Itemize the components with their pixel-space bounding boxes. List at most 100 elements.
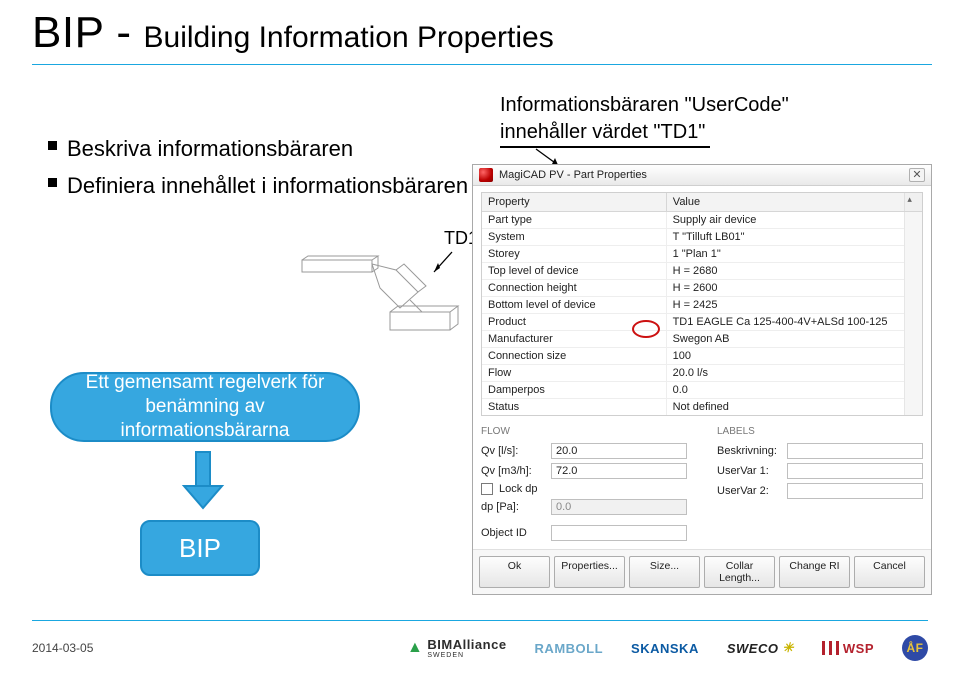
qv-m3h-label: Qv [m3/h]: [481,465,545,477]
bullet-marker [48,178,57,187]
bimalliance-text: BIMAlliance [427,637,506,652]
wsp-bar-icon [822,641,825,655]
size-button[interactable]: Size... [629,556,700,588]
uservar2-label: UserVar 2: [717,485,781,497]
callout-line2: innehåller värdet "TD1" [500,119,789,146]
title-underline [32,64,932,65]
table-row[interactable]: Top level of deviceH = 2680 [482,263,904,280]
cancel-button[interactable]: Cancel [854,556,925,588]
uservar2-input[interactable] [787,483,923,499]
labels-section: LABELS Beskrivning: UserVar 1: UserVar 2… [717,426,923,541]
callout-line1: Informationsbäraren "UserCode" [500,92,789,119]
table-row[interactable]: Flow20.0 l/s [482,365,904,382]
val-cell: 1 "Plan 1" [667,246,905,262]
column-header-property[interactable]: Property [482,193,667,211]
beskrivning-label: Beskrivning: [717,445,781,457]
bimalliance-subtext: SWEDEN [427,652,506,659]
sweco-logo: SWECO ✳ [727,640,794,656]
bubble-line1: Ett gemensamt regelverk för [70,371,340,395]
dp-pa-label: dp [Pa]: [481,501,545,513]
table-row[interactable]: Part typeSupply air device [482,212,904,229]
change-ri-button[interactable]: Change RI [779,556,850,588]
prop-cell: Bottom level of device [482,297,667,313]
lock-dp-checkbox[interactable] [481,483,493,495]
uservar1-label: UserVar 1: [717,465,781,477]
val-cell: 20.0 l/s [667,365,905,381]
title-acronym: BIP - [32,8,132,58]
labels-section-title: LABELS [717,426,923,437]
bullet-marker [48,141,57,150]
bullet-item: Beskriva informationsbäraren [48,130,468,167]
table-row[interactable]: ProductTD1 EAGLE Ca 125-400-4V+ALSd 100-… [482,314,904,331]
table-row[interactable]: Connection heightH = 2600 [482,280,904,297]
callout-text: Informationsbäraren "UserCode" innehålle… [500,92,789,146]
beskrivning-input[interactable] [787,443,923,459]
footer-rule [32,620,928,621]
bullet-item: Definiera innehållet i informationsbärar… [48,167,468,204]
table-row[interactable]: StatusNot defined [482,399,904,415]
footer: 2014-03-05 ▲ BIMAlliance SWEDEN RAMBOLL … [32,635,928,661]
scroll-up-icon[interactable]: ▴ [907,194,912,205]
table-row[interactable]: SystemT "Tilluft LB01" [482,229,904,246]
table-row[interactable]: Storey1 "Plan 1" [482,246,904,263]
title-expansion: Building Information Properties [144,21,554,55]
ramboll-logo: RAMBOLL [535,641,604,656]
app-icon [479,168,493,182]
flow-section-title: FLOW [481,426,687,437]
column-header-value[interactable]: Value [667,193,905,211]
properties-grid: Property Value ▴ Part typeSupply air dev… [481,192,923,416]
bubble-line2: benämning av informationsbärarna [70,395,340,443]
table-row[interactable]: ManufacturerSwegon AB [482,331,904,348]
sweco-text: SWECO [727,641,779,656]
prop-cell: System [482,229,667,245]
uservar1-input[interactable] [787,463,923,479]
val-cell: H = 2600 [667,280,905,296]
lock-dp-label: Lock dp [499,483,538,495]
prop-cell: Status [482,399,667,415]
table-row[interactable]: Connection size100 [482,348,904,365]
bullet-text: Definiera innehållet i informationsbärar… [67,167,468,204]
grid-scroll-track[interactable] [904,212,922,415]
prop-cell: Connection height [482,280,667,296]
bullet-text: Beskriva informationsbäraren [67,130,353,167]
skanska-logo: SKANSKA [631,641,699,656]
td1-arrow [428,250,458,280]
grid-scrollbar[interactable]: ▴ [904,193,922,211]
prop-cell: Product [482,314,667,330]
wsp-bar-icon [829,641,832,655]
wsp-logo: WSP [822,641,874,656]
val-cell: T "Tilluft LB01" [667,229,905,245]
wsp-text: WSP [843,641,874,656]
wsp-bar-icon [836,641,839,655]
object-id-input[interactable] [551,525,687,541]
ok-button[interactable]: Ok [479,556,550,588]
blue-callout-bubble: Ett gemensamt regelverk för benämning av… [50,372,360,442]
table-row[interactable]: Damperpos0.0 [482,382,904,399]
prop-cell: Connection size [482,348,667,364]
prop-cell: Top level of device [482,263,667,279]
table-row[interactable]: Bottom level of deviceH = 2425 [482,297,904,314]
qv-ls-input[interactable]: 20.0 [551,443,687,459]
arrow-down-icon [180,450,226,510]
dialog-title-text: MagiCAD PV - Part Properties [499,169,647,181]
qv-ls-label: Qv [l/s]: [481,445,545,457]
collar-length-button[interactable]: Collar Length... [704,556,775,588]
flow-section: FLOW Qv [l/s]: 20.0 Qv [m3/h]: 72.0 Lock… [481,426,687,541]
dp-pa-input[interactable]: 0.0 [551,499,687,515]
properties-button[interactable]: Properties... [554,556,625,588]
footer-logos: ▲ BIMAlliance SWEDEN RAMBOLL SKANSKA SWE… [407,635,928,661]
object-id-label: Object ID [481,527,545,539]
val-cell: Supply air device [667,212,905,228]
bip-box: BIP [140,520,260,576]
prop-cell: Part type [482,212,667,228]
part-properties-dialog: MagiCAD PV - Part Properties ✕ Property … [472,164,932,595]
dialog-button-row: Ok Properties... Size... Collar Length..… [473,549,931,594]
prop-cell: Flow [482,365,667,381]
dialog-titlebar[interactable]: MagiCAD PV - Part Properties ✕ [473,165,931,186]
val-cell: Not defined [667,399,905,415]
title-area: BIP - Building Information Properties [32,8,932,65]
bullet-list: Beskriva informationsbäraren Definiera i… [48,130,468,205]
bimalliance-mark-icon: ▲ [407,639,423,657]
qv-m3h-input[interactable]: 72.0 [551,463,687,479]
close-button[interactable]: ✕ [909,168,925,182]
